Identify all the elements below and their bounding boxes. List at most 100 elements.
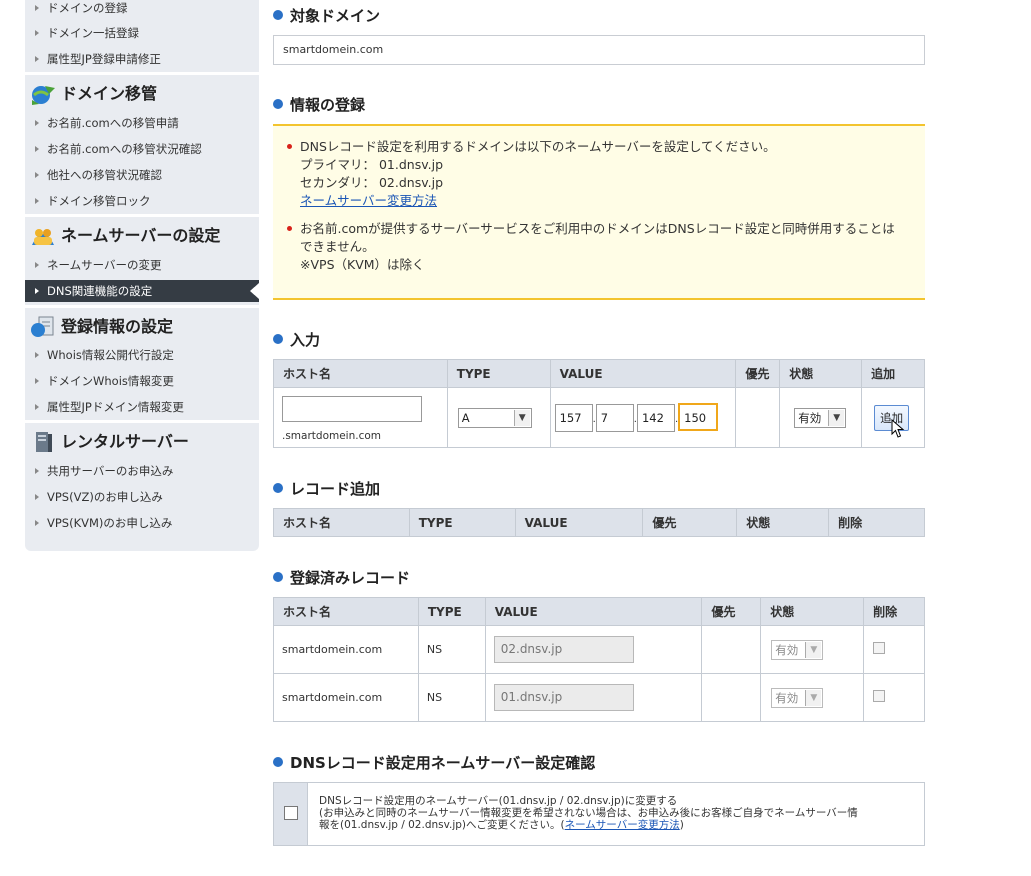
sidebar-item-label: 属性型JP登録申請修正	[47, 52, 161, 66]
sidebar-item-vps-kvm[interactable]: VPS(KVM)のお申し込み	[25, 512, 259, 534]
column-header: 削除	[828, 508, 925, 537]
confirm-text-part: 報を(01.dnsv.jp / 02.dnsv.jp)へご変更ください。(	[319, 819, 565, 831]
priority-cell	[701, 673, 762, 722]
ip-octet-2-input[interactable]: 7	[595, 404, 634, 432]
sidebar-item-label: ドメインWhois情報変更	[47, 374, 174, 388]
target-domain-field: smartdomein.com	[273, 35, 925, 65]
sidebar-item-transfer-status[interactable]: お名前.comへの移管状況確認	[25, 138, 259, 160]
confirm-text-line: (お申込みと同時のネームサーバー情報変更を希望されない場合は、お申込み後にお客様…	[319, 807, 858, 819]
column-header: TYPE	[446, 359, 551, 388]
bullet-icon	[35, 520, 39, 526]
delete-cell	[863, 673, 925, 722]
delete-checkbox[interactable]	[873, 642, 886, 654]
host-cell: .smartdomein.com	[273, 387, 448, 448]
sidebar-item-outbound-transfer-status[interactable]: 他社への移管状況確認	[25, 164, 259, 186]
status-cell: 有効 ▼	[760, 673, 865, 722]
section-title-text: DNSレコード設定用ネームサーバー設定確認	[290, 754, 596, 772]
column-header: 追加	[861, 359, 925, 388]
sidebar-item-transfer-apply[interactable]: お名前.comへの移管申請	[25, 112, 259, 134]
bullet-icon	[35, 172, 39, 178]
delete-cell	[863, 625, 925, 674]
sidebar-item-domain-register[interactable]: ドメインの登録	[25, 0, 259, 19]
section-title-record-add: レコード追加	[273, 478, 380, 499]
column-header: 削除	[863, 597, 925, 626]
status-select-disabled: 有効 ▼	[771, 687, 824, 708]
sidebar-item-domain-bulk-register[interactable]: ドメイン一括登録	[25, 22, 259, 44]
bullet-icon	[35, 352, 39, 358]
sidebar-item-dns-settings[interactable]: DNS関連機能の設定	[25, 280, 259, 302]
confirm-checkbox-cell	[274, 783, 308, 845]
divider	[25, 214, 259, 217]
bullet-dot-icon	[273, 483, 283, 493]
red-bullet-icon	[287, 144, 292, 149]
divider	[25, 420, 259, 423]
host-name-input[interactable]	[282, 396, 422, 422]
value-cell: 01.dnsv.jp	[484, 673, 703, 722]
record-add-table: ホスト名 TYPE VALUE 優先 状態 削除	[273, 508, 925, 537]
section-title-registered-records: 登録済みレコード	[273, 567, 410, 588]
notice-text: お名前.comが提供するサーバーサービスをご利用中のドメインはDNSレコード設定…	[300, 221, 895, 236]
table-header-row: ホスト名 TYPE VALUE 優先 状態 追加	[273, 359, 925, 388]
notice-text: ※VPS（KVM）は除く	[300, 257, 425, 272]
status-select-value: 有効	[798, 410, 822, 425]
bullet-icon	[35, 5, 39, 11]
bullet-icon	[35, 30, 39, 36]
notice-text: DNSレコード設定を利用するドメインは以下のネームサーバーを設定してください。	[300, 139, 776, 154]
sidebar-item-whois-change[interactable]: ドメインWhois情報変更	[25, 370, 259, 392]
status-cell: 有効 ▼	[760, 625, 865, 674]
secondary-nameserver-text: セカンダリ： 02.dnsv.jp	[300, 175, 444, 190]
ip-octet-4-input[interactable]: 150	[678, 403, 719, 431]
column-header: 状態	[736, 508, 830, 537]
status-select-value: 有効	[775, 690, 799, 705]
sidebar-item-label: 他社への移管状況確認	[47, 168, 162, 182]
info-notice-box: DNSレコード設定を利用するドメインは以下のネームサーバーを設定してください。 …	[273, 124, 925, 300]
status-select[interactable]: 有効 ▼	[794, 407, 847, 428]
sidebar: ドメインの登録 ドメイン一括登録 属性型JP登録申請修正 ドメイン移管 お名前.…	[25, 0, 259, 551]
column-header: 優先	[642, 508, 738, 537]
column-header: ホスト名	[273, 359, 448, 388]
section-heading-domain-transfer: ドメイン移管	[25, 76, 259, 112]
type-select[interactable]: A ▼	[457, 407, 532, 428]
document-info-icon	[31, 316, 54, 337]
bullet-icon	[35, 56, 39, 62]
sidebar-item-shared-server[interactable]: 共用サーバーのお申込み	[25, 460, 259, 482]
type-cell: NS	[417, 673, 486, 722]
registered-records-table: ホスト名 TYPE VALUE 優先 状態 削除 smartdomein.com…	[273, 597, 925, 722]
bullet-icon	[35, 288, 39, 294]
rental-server-icon	[36, 432, 52, 452]
bullet-dot-icon	[273, 99, 283, 109]
sidebar-item-vps-vz[interactable]: VPS(VZ)のお申し込み	[25, 486, 259, 508]
sidebar-item-label: Whois情報公開代行設定	[47, 348, 174, 362]
bullet-icon	[35, 468, 39, 474]
sidebar-item-nameserver-change[interactable]: ネームサーバーの変更	[25, 254, 259, 276]
sidebar-item-label: 属性型JPドメイン情報変更	[47, 400, 184, 414]
table-row: smartdomein.com NS 02.dnsv.jp 有効 ▼	[273, 625, 925, 674]
confirm-text-line: 報を(01.dnsv.jp / 02.dnsv.jp)へご変更ください。(ネーム…	[319, 819, 919, 831]
column-header: VALUE	[484, 597, 703, 626]
ip-octet-1-input[interactable]: 157	[554, 404, 593, 432]
globe-arrows-icon	[32, 86, 55, 105]
confirm-text: DNSレコード設定用のネームサーバー(01.dnsv.jp / 02.dnsv.…	[319, 795, 919, 831]
section-title: ドメイン移管	[61, 84, 158, 103]
bullet-icon	[35, 120, 39, 126]
delete-checkbox[interactable]	[873, 690, 886, 702]
sidebar-item-transfer-lock[interactable]: ドメイン移管ロック	[25, 190, 259, 212]
sidebar-item-whois-proxy[interactable]: Whois情報公開代行設定	[25, 344, 259, 366]
sidebar-item-label: お名前.comへの移管申請	[47, 116, 179, 130]
confirm-nameserver-checkbox[interactable]	[284, 806, 298, 820]
type-cell: A ▼	[446, 387, 551, 448]
confirm-text-part: )	[679, 819, 684, 831]
red-bullet-icon	[287, 226, 292, 231]
sidebar-item-jp-application-fix[interactable]: 属性型JP登録申請修正	[25, 48, 259, 70]
ip-octet-3-input[interactable]: 142	[636, 404, 675, 432]
bullet-icon	[35, 378, 39, 384]
sidebar-item-jp-domain-info[interactable]: 属性型JPドメイン情報変更	[25, 396, 259, 418]
nameserver-change-method-link[interactable]: ネームサーバー変更方法	[300, 192, 437, 210]
section-title-text: 情報の登録	[290, 96, 366, 114]
column-header: 優先	[735, 359, 781, 388]
status-select-disabled: 有効 ▼	[771, 639, 824, 660]
status-cell: 有効 ▼	[779, 387, 863, 448]
sidebar-item-label: ネームサーバーの変更	[47, 258, 162, 272]
record-value-field: 01.dnsv.jp	[493, 684, 634, 711]
nameserver-change-method-link[interactable]: ネームサーバー変更方法	[565, 819, 680, 831]
